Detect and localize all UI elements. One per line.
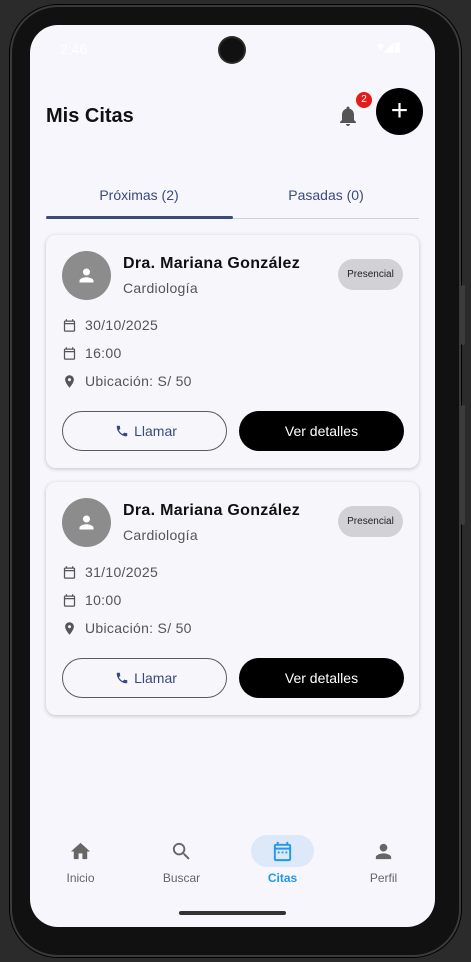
tab-proximas[interactable]: Próximas (2) [46, 175, 232, 216]
bottom-nav: Inicio Buscar Citas Perfil [30, 825, 435, 895]
mode-chip: Presencial [338, 259, 403, 290]
calendar-icon [63, 594, 76, 607]
calendar-icon [63, 319, 76, 332]
person-icon [375, 843, 392, 860]
location-pin-icon [65, 375, 74, 388]
search-icon [172, 842, 190, 860]
mode-chip: Presencial [338, 506, 403, 537]
location-pin-icon [65, 622, 74, 635]
call-button[interactable]: Llamar [62, 411, 227, 451]
gesture-bar[interactable] [179, 911, 286, 915]
phone-icon [116, 425, 128, 437]
doctor-name: Dra. Mariana González [123, 502, 301, 519]
appointment-card[interactable]: Dra. Mariana González Cardiología Presen… [46, 235, 419, 468]
details-button[interactable]: Ver detalles [239, 658, 404, 698]
location-text: Ubicación: S/ 50 [85, 620, 192, 636]
nav-item-perfil[interactable]: Perfil [333, 825, 434, 895]
date-text: 30/10/2025 [85, 317, 159, 333]
details-button[interactable]: Ver detalles [239, 411, 404, 451]
nav-label: Citas [267, 871, 298, 885]
power-button [461, 405, 465, 525]
calendar-icon [63, 566, 76, 579]
time-text: 10:00 [85, 592, 122, 608]
person-icon [79, 268, 94, 283]
tabs: Próximas (2) Pasadas (0) [46, 175, 419, 219]
location-text: Ubicación: S/ 50 [85, 373, 192, 389]
notification-badge: 2 [356, 92, 372, 108]
nav-label: Perfil [369, 871, 398, 885]
avatar [62, 251, 111, 300]
tab-pasadas[interactable]: Pasadas (0) [233, 175, 419, 216]
avatar [62, 498, 111, 547]
doctor-name: Dra. Mariana González [123, 255, 301, 272]
status-time: 2:46 [60, 41, 88, 57]
specialty: Cardiología [123, 280, 198, 296]
date-text: 31/10/2025 [85, 564, 159, 580]
nav-item-inicio[interactable]: Inicio [30, 825, 131, 895]
add-appointment-button[interactable]: + [376, 88, 423, 135]
tab-indicator [46, 216, 233, 219]
app-screen: 2:46 ▾◢▮ Mis Citas 2 + Próximas (2) Pasa… [30, 25, 435, 927]
nav-label: Inicio [66, 871, 95, 885]
specialty: Cardiología [123, 527, 198, 543]
status-icons: ▾◢▮ [377, 39, 401, 54]
nav-item-citas[interactable]: Citas [232, 825, 333, 895]
home-icon [70, 842, 91, 860]
time-text: 16:00 [85, 345, 122, 361]
calendar-icon [273, 841, 292, 862]
call-button[interactable]: Llamar [62, 658, 227, 698]
appointment-card[interactable]: Dra. Mariana González Cardiología Presen… [46, 482, 419, 715]
camera-cutout [220, 38, 244, 62]
page-title: Mis Citas [46, 105, 134, 127]
volume-button [461, 285, 465, 345]
nav-item-buscar[interactable]: Buscar [131, 825, 232, 895]
phone-icon [116, 672, 128, 684]
bell-icon[interactable] [336, 104, 360, 128]
person-icon [79, 515, 94, 530]
status-bar: 2:46 ▾◢▮ [30, 25, 435, 75]
nav-label: Buscar [162, 871, 201, 885]
calendar-icon [63, 347, 76, 360]
